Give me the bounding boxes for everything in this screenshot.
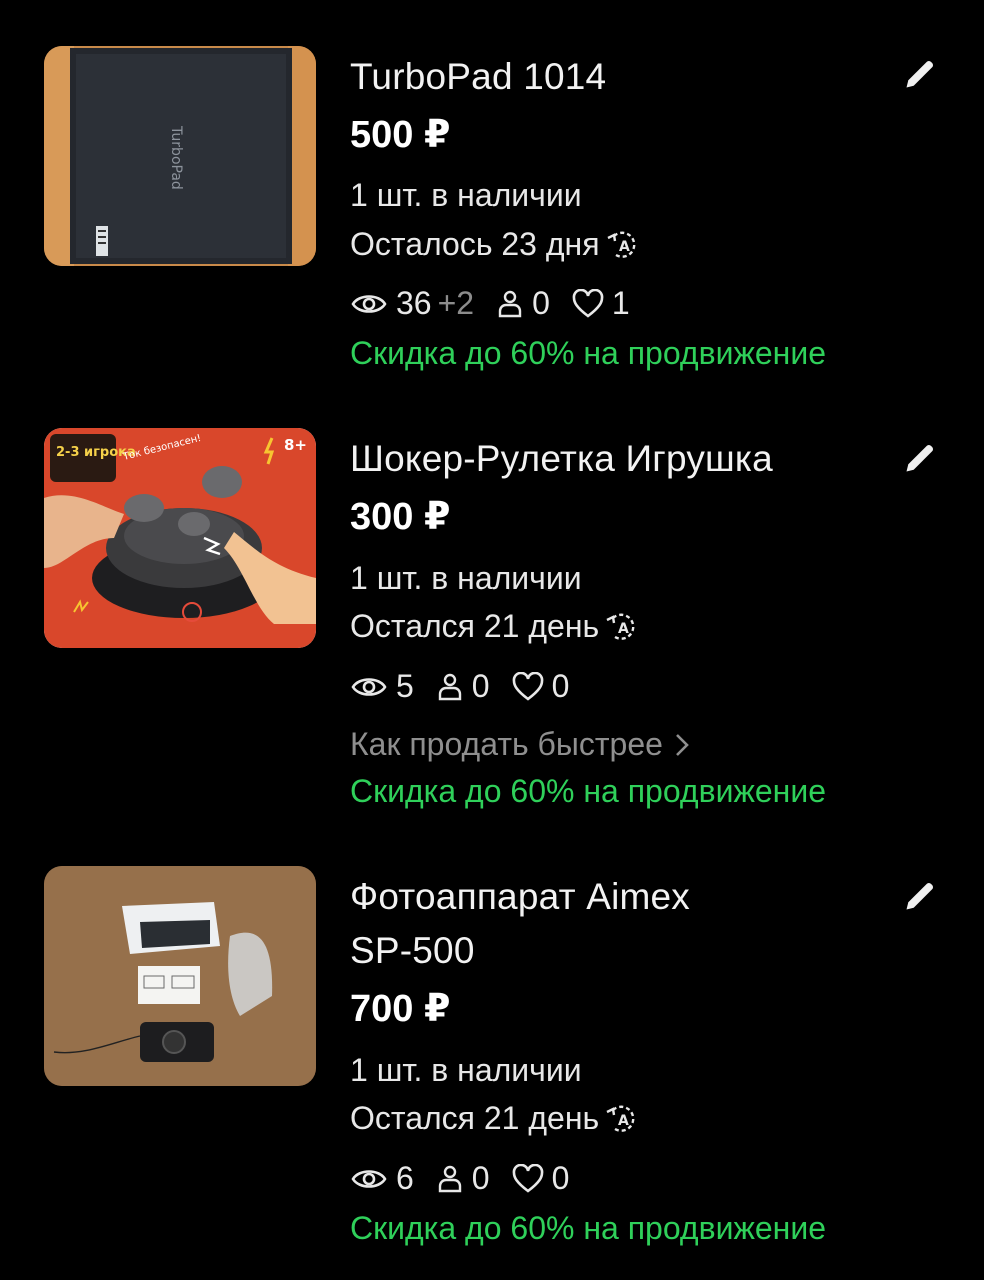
- person-icon: [498, 290, 522, 317]
- eye-icon: [351, 294, 387, 313]
- favorites-count: 0: [551, 668, 570, 704]
- days-left: Остался 21 день A: [350, 608, 643, 645]
- eye-icon: [351, 677, 387, 696]
- favorites-count: 1: [611, 285, 630, 321]
- days-left: Остался 21 день A: [350, 1100, 643, 1137]
- views-count: 5: [396, 668, 414, 704]
- person-icon: [438, 1165, 461, 1192]
- listing-card[interactable]: TurboPad TurboPad 1014 500 ₽ 1 шт. в нал…: [0, 0, 984, 400]
- edit-button[interactable]: [898, 874, 942, 918]
- toy-photo: 2-3 игрока Ток безопасен! 8+: [44, 428, 316, 648]
- pencil-icon: [906, 60, 934, 88]
- listing-price: 300 ₽: [350, 496, 451, 538]
- pencil-icon: [906, 444, 934, 472]
- stock-text: 1 шт. в наличии: [350, 560, 582, 596]
- promo-link[interactable]: Скидка до 60% на продвижение: [350, 773, 826, 810]
- stock-text: 1 шт. в наличии: [350, 177, 582, 213]
- svg-text:A: A: [618, 621, 629, 637]
- sell-faster-text: Как продать быстрее: [350, 726, 663, 762]
- contacts-count: 0: [471, 1160, 490, 1196]
- auto-renew-icon: A: [604, 228, 644, 262]
- listing-title[interactable]: TurboPad 1014: [350, 56, 606, 98]
- days-left: Осталось 23 дня A: [350, 226, 644, 263]
- svg-text:A: A: [618, 1113, 629, 1129]
- favorites-stat: 0: [512, 1160, 570, 1197]
- listing-title[interactable]: Шокер-Рулетка Игрушка: [350, 438, 773, 480]
- listing-price: 500 ₽: [350, 114, 451, 156]
- eye-icon: [351, 1169, 387, 1188]
- auto-renew-icon: A: [603, 1102, 643, 1136]
- heart-icon: [572, 288, 604, 318]
- contacts-stat: 0: [496, 285, 550, 322]
- pencil-icon: [906, 882, 934, 910]
- heart-icon: [512, 671, 543, 701]
- sell-faster-link[interactable]: Как продать быстрее: [350, 726, 691, 763]
- promo-link[interactable]: Скидка до 60% на продвижение: [350, 1210, 826, 1247]
- stock-text: 1 шт. в наличии: [350, 1052, 582, 1088]
- camera-photo: [44, 866, 316, 1086]
- promo-link[interactable]: Скидка до 60% на продвижение: [350, 335, 826, 372]
- views-stat: 5: [350, 668, 414, 705]
- views-count: 6: [396, 1160, 414, 1196]
- heart-icon: [512, 1163, 543, 1193]
- days-left-text: Остался 21 день: [350, 608, 600, 644]
- days-left-text: Осталось 23 дня: [350, 226, 600, 262]
- listing-photo[interactable]: [44, 866, 316, 1086]
- listing-stats: 36 +2 0 1: [350, 285, 652, 322]
- listing-stats: 5 0 0: [350, 668, 591, 705]
- favorites-stat: 0: [512, 668, 570, 705]
- favorites-count: 0: [551, 1160, 570, 1196]
- contacts-count: 0: [532, 285, 550, 321]
- listing-title-line2[interactable]: SP-500: [350, 930, 475, 972]
- edit-button[interactable]: [898, 436, 942, 480]
- views-stat: 6: [350, 1160, 414, 1197]
- listing-stats: 6 0 0: [350, 1160, 591, 1197]
- listing-photo[interactable]: TurboPad: [44, 46, 316, 266]
- chevron-right-icon: [675, 733, 689, 756]
- views-delta: +2: [437, 285, 475, 321]
- tablet-photo: TurboPad: [44, 46, 316, 266]
- contacts-stat: 0: [436, 668, 490, 705]
- views-count: 36: [396, 285, 432, 321]
- edit-button[interactable]: [898, 52, 942, 96]
- svg-text:A: A: [619, 239, 630, 255]
- listing-price: 700 ₽: [350, 988, 451, 1030]
- views-stat: 36 +2: [350, 285, 474, 322]
- listing-title-line1[interactable]: Фотоаппарат Aimex: [350, 876, 690, 918]
- days-left-text: Остался 21 день: [350, 1100, 600, 1136]
- tablet-brand-text: TurboPad: [168, 125, 184, 190]
- favorites-stat: 1: [572, 285, 630, 322]
- age-badge: 8+: [284, 436, 307, 454]
- auto-renew-icon: A: [603, 610, 643, 644]
- person-icon: [438, 673, 461, 700]
- listing-photo[interactable]: 2-3 игрока Ток безопасен! 8+: [44, 428, 316, 648]
- contacts-stat: 0: [436, 1160, 490, 1197]
- contacts-count: 0: [471, 668, 490, 704]
